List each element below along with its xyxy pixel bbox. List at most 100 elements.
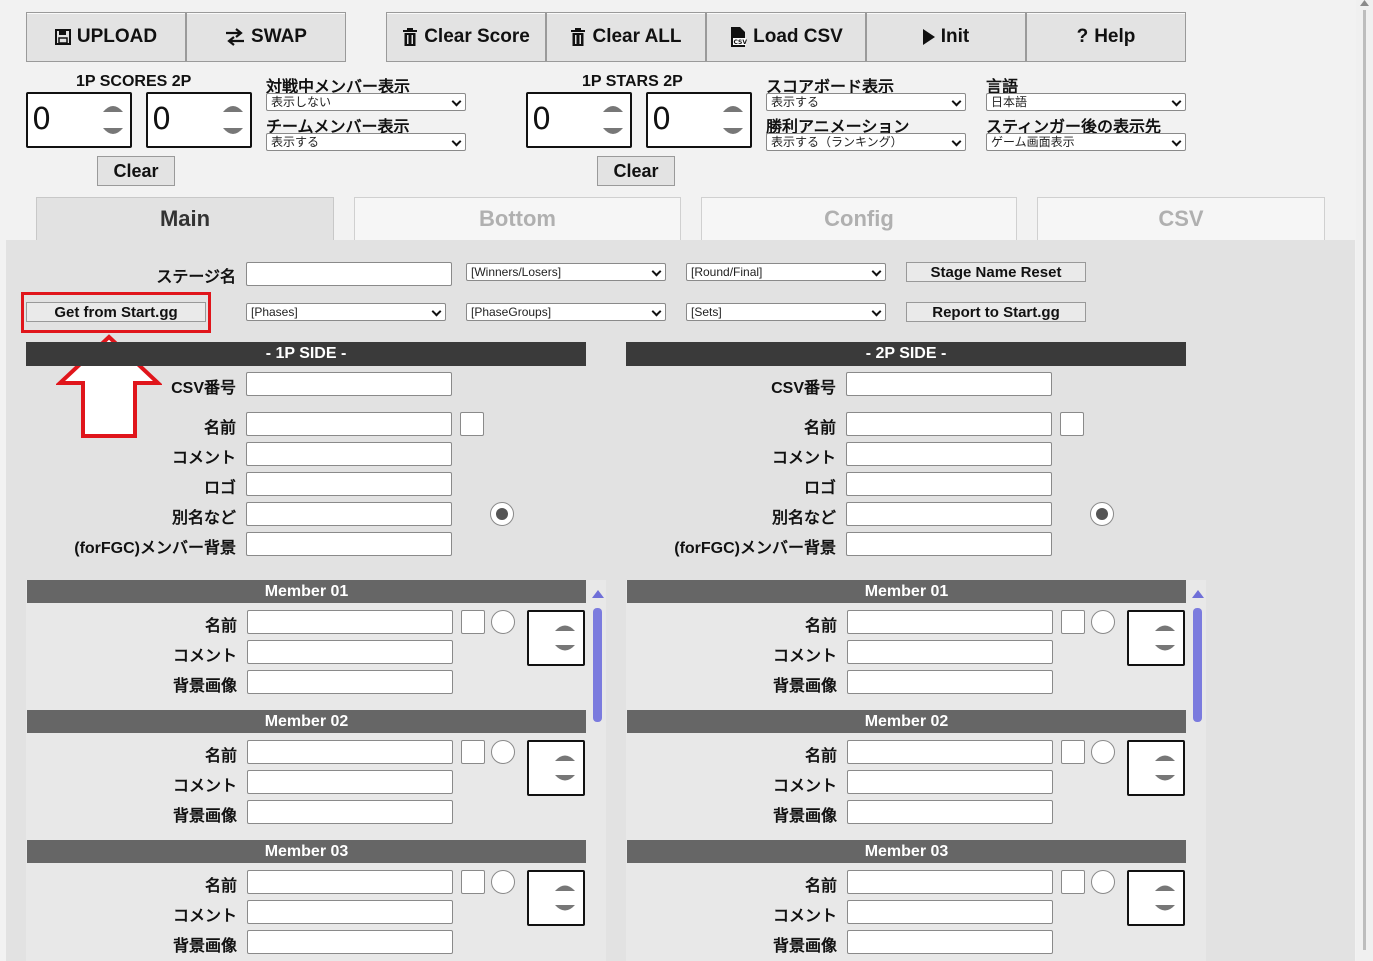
page-scroll-thumb[interactable] xyxy=(1363,10,1366,950)
p2-scroll-thumb[interactable] xyxy=(1193,608,1202,722)
p1-m2-comment-input[interactable] xyxy=(247,770,453,794)
swap-button[interactable]: SWAP xyxy=(186,12,346,62)
p1-score-stepper[interactable]: 0 xyxy=(26,92,132,148)
p1-m1-checkbox[interactable] xyxy=(461,610,485,634)
p2-name-label: 名前 xyxy=(803,420,836,437)
clear-all-button[interactable]: Clear ALL xyxy=(546,12,706,62)
p2-m3-comment-input[interactable] xyxy=(847,900,1053,924)
p1-stars-stepper[interactable]: 0 xyxy=(526,92,632,148)
p2-m2-checkbox[interactable] xyxy=(1061,740,1085,764)
p1-m2-order-stepper[interactable] xyxy=(527,740,585,796)
spin-arrows-icon[interactable] xyxy=(220,100,246,140)
stars-clear-button[interactable]: Clear xyxy=(597,156,675,186)
p2-m1-checkbox[interactable] xyxy=(1061,610,1085,634)
p2-scroll-up-icon[interactable] xyxy=(1192,590,1204,598)
p1-m2-radio[interactable] xyxy=(491,740,515,764)
p2-m1-radio[interactable] xyxy=(1091,610,1115,634)
tab-config[interactable]: Config xyxy=(701,197,1017,240)
battle-member-select[interactable]: 表示しない xyxy=(266,93,466,111)
tab-csv[interactable]: CSV xyxy=(1037,197,1325,240)
p2-m2-comment-input[interactable] xyxy=(847,770,1053,794)
spin-arrows-icon[interactable] xyxy=(720,100,746,140)
p1-m1-comment-input[interactable] xyxy=(247,640,453,664)
p2-name-input[interactable] xyxy=(846,412,1052,436)
p2-csv-input[interactable] xyxy=(846,372,1052,396)
load-csv-button[interactable]: CSV Load CSV xyxy=(706,12,866,62)
p1-name-checkbox[interactable] xyxy=(460,412,484,436)
p2-score-stepper[interactable]: 0 xyxy=(146,92,252,148)
tab-bottom[interactable]: Bottom xyxy=(354,197,681,240)
p1-alias-input[interactable] xyxy=(246,502,452,526)
p2-m3-name-input[interactable] xyxy=(847,870,1053,894)
spin-arrows-icon[interactable] xyxy=(1153,620,1177,656)
p2-m3-checkbox[interactable] xyxy=(1061,870,1085,894)
p1-m3-checkbox[interactable] xyxy=(461,870,485,894)
p1-m1-order-stepper[interactable] xyxy=(527,610,585,666)
p1-comment-input[interactable] xyxy=(246,442,452,466)
p1-csv-input[interactable] xyxy=(246,372,452,396)
p2-m2-name-input[interactable] xyxy=(847,740,1053,764)
p2-m3-radio[interactable] xyxy=(1091,870,1115,894)
p1-name-input[interactable] xyxy=(246,412,452,436)
p1-m1-radio[interactable] xyxy=(491,610,515,634)
p2-m3-bg-input[interactable] xyxy=(847,930,1053,954)
p2-logo-input[interactable] xyxy=(846,472,1052,496)
p2-name-checkbox[interactable] xyxy=(1060,412,1084,436)
p2-m1-comment-input[interactable] xyxy=(847,640,1053,664)
p1-logo-input[interactable] xyxy=(246,472,452,496)
p1-alias-radio[interactable] xyxy=(490,502,514,526)
p1-m2-bg-input[interactable] xyxy=(247,800,453,824)
p1-m3-order-stepper[interactable] xyxy=(527,870,585,926)
spin-arrows-icon[interactable] xyxy=(553,620,577,656)
p1-scroll-thumb[interactable] xyxy=(593,608,602,722)
p1-m3-comment-input[interactable] xyxy=(247,900,453,924)
p2-m1-name-input[interactable] xyxy=(847,610,1053,634)
team-member-select[interactable]: 表示する xyxy=(266,133,466,151)
p2-fgc-bg-input[interactable] xyxy=(846,532,1052,556)
p1-m1-bg-input[interactable] xyxy=(247,670,453,694)
p2-stars-stepper[interactable]: 0 xyxy=(646,92,752,148)
p1-m3-radio[interactable] xyxy=(491,870,515,894)
help-button[interactable]: ? Help xyxy=(1026,12,1186,62)
spin-arrows-icon[interactable] xyxy=(553,880,577,916)
p1-fgc-bg-input[interactable] xyxy=(246,532,452,556)
p2-comment-input[interactable] xyxy=(846,442,1052,466)
p1-m2-name-input[interactable] xyxy=(247,740,453,764)
spin-arrows-icon[interactable] xyxy=(1153,880,1177,916)
scoreboard-select[interactable]: 表示する xyxy=(766,93,966,111)
spin-arrows-icon[interactable] xyxy=(100,100,126,140)
winners-losers-select[interactable]: [Winners/Losers] xyxy=(466,263,666,281)
sets-select[interactable]: [Sets] xyxy=(686,303,886,321)
p2-m1-bg-input[interactable] xyxy=(847,670,1053,694)
scores-clear-button[interactable]: Clear xyxy=(97,156,175,186)
p2-alias-radio[interactable] xyxy=(1090,502,1114,526)
clear-score-button[interactable]: Clear Score xyxy=(386,12,546,62)
language-select[interactable]: 日本語 xyxy=(986,93,1186,111)
init-button[interactable]: Init xyxy=(866,12,1026,62)
stinger-select[interactable]: ゲーム画面表示 xyxy=(986,133,1186,151)
upload-button[interactable]: UPLOAD xyxy=(26,12,186,62)
spin-arrows-icon[interactable] xyxy=(600,100,626,140)
p1-m3-bg-input[interactable] xyxy=(247,930,453,954)
win-anim-select[interactable]: 表示する（ランキング） xyxy=(766,133,966,151)
stage-name-input[interactable] xyxy=(246,262,452,286)
p2-m1-order-stepper[interactable] xyxy=(1127,610,1185,666)
p1-m3-name-input[interactable] xyxy=(247,870,453,894)
stage-name-reset-button[interactable]: Stage Name Reset xyxy=(906,262,1086,282)
spin-arrows-icon[interactable] xyxy=(1153,750,1177,786)
tab-main[interactable]: Main xyxy=(36,197,334,240)
p2-m2-radio[interactable] xyxy=(1091,740,1115,764)
p1-scroll-up-icon[interactable] xyxy=(592,590,604,598)
phase-groups-select[interactable]: [PhaseGroups] xyxy=(466,303,666,321)
p1-m1-name-input[interactable] xyxy=(247,610,453,634)
report-to-startgg-button[interactable]: Report to Start.gg xyxy=(906,302,1086,322)
p2-m2-bg-input[interactable] xyxy=(847,800,1053,824)
spin-arrows-icon[interactable] xyxy=(553,750,577,786)
scroll-up-icon[interactable] xyxy=(1360,0,1369,6)
p2-m3-order-stepper[interactable] xyxy=(1127,870,1185,926)
round-final-select[interactable]: [Round/Final] xyxy=(686,263,886,281)
p2-alias-input[interactable] xyxy=(846,502,1052,526)
p1-m2-checkbox[interactable] xyxy=(461,740,485,764)
phases-select[interactable]: [Phases] xyxy=(246,303,446,321)
p2-m2-order-stepper[interactable] xyxy=(1127,740,1185,796)
